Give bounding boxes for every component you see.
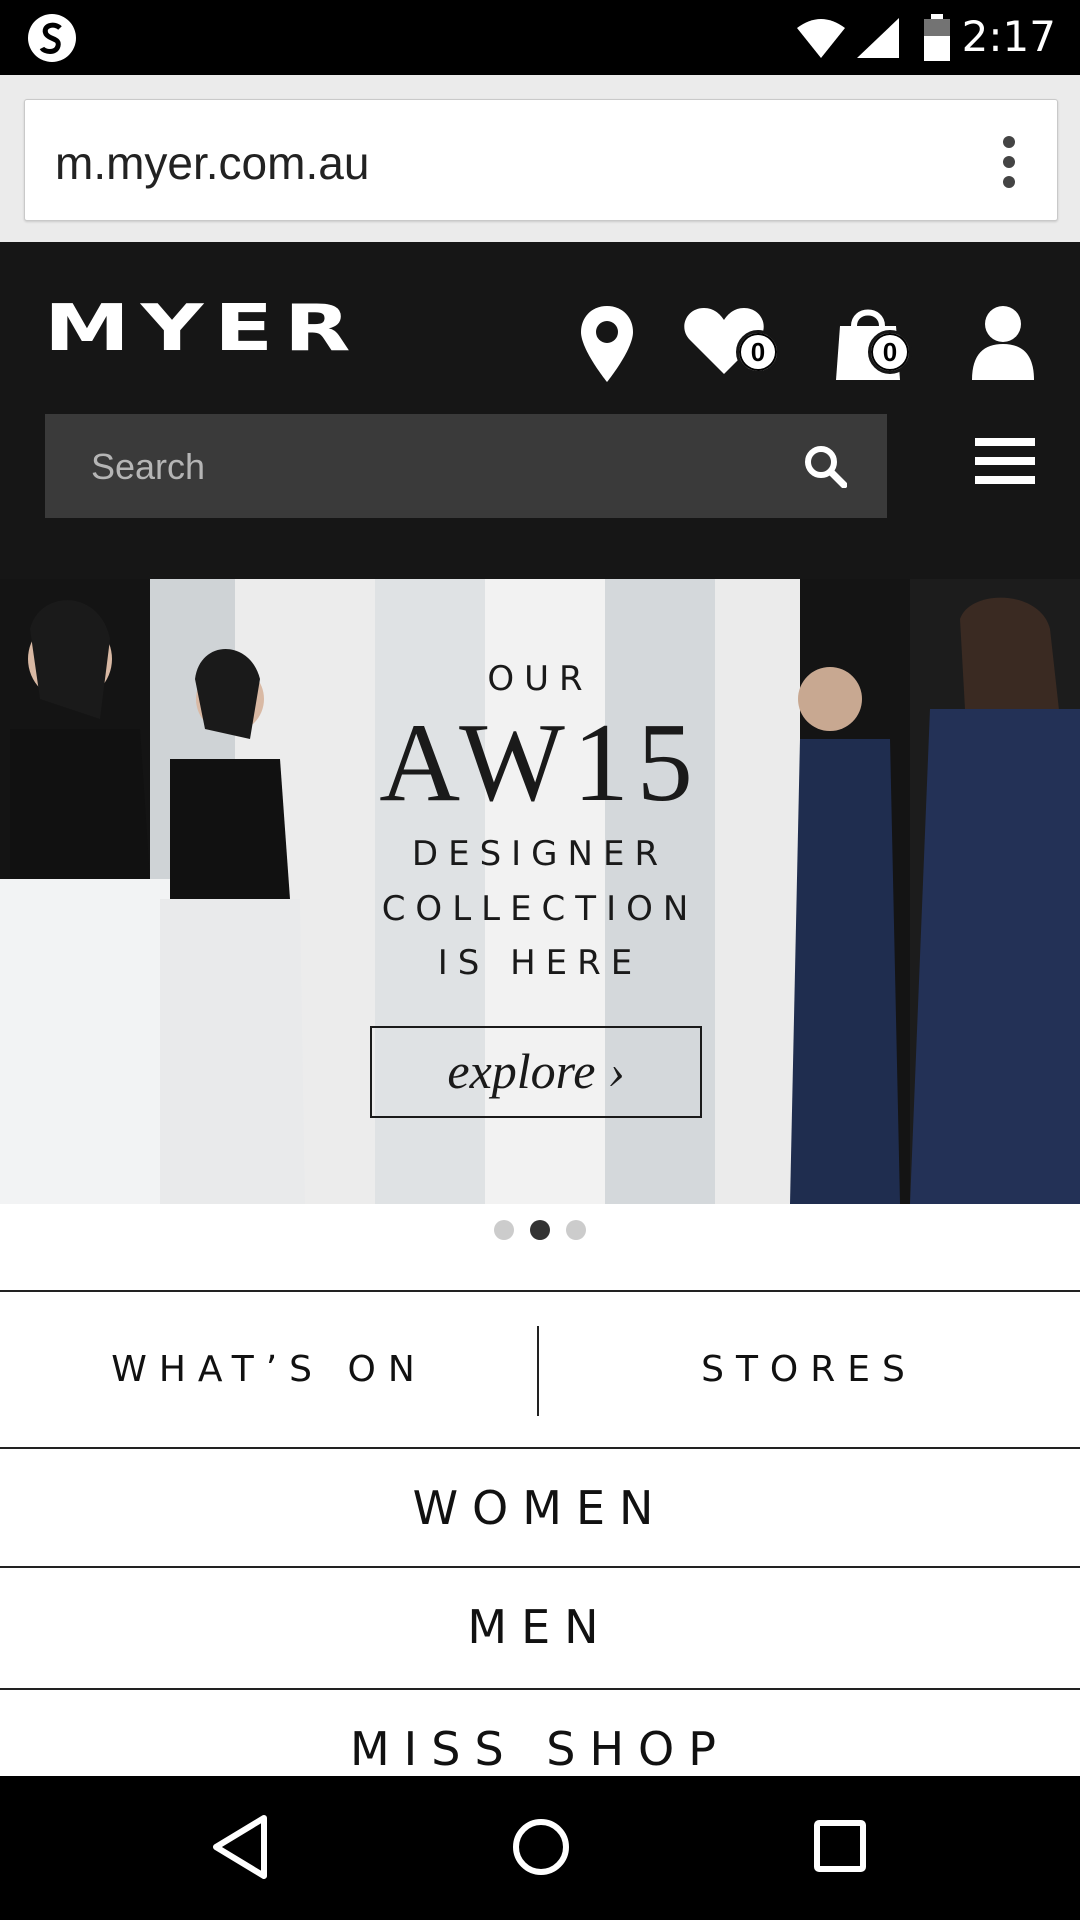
url-text[interactable]: m.myer.com.au	[55, 136, 369, 190]
back-icon[interactable]	[210, 1814, 270, 1880]
wishlist-button[interactable]: 0	[682, 304, 782, 384]
hamburger-menu-icon[interactable]	[975, 438, 1035, 492]
carousel-dot-1[interactable]	[493, 1220, 514, 1240]
carousel-dot-3[interactable]	[566, 1220, 587, 1240]
store-locator-icon[interactable]	[578, 304, 636, 384]
banner-line-3: DESIGNER	[411, 834, 669, 874]
search-input[interactable]	[89, 414, 793, 520]
search-icon[interactable]	[803, 444, 847, 488]
search-bar[interactable]	[45, 414, 887, 520]
browser-toolbar: m.myer.com.au	[0, 75, 1080, 242]
hero-banner[interactable]: OUR AW15 DESIGNER COLLECTION IS HERE exp…	[0, 579, 1080, 1204]
bag-count-badge: 0	[868, 330, 912, 374]
system-navigation-bar	[0, 1776, 1080, 1920]
banner-line-5: IS HERE	[437, 943, 643, 983]
explore-button[interactable]: explore ›	[370, 1026, 702, 1118]
status-time: 2:17	[961, 12, 1056, 61]
battery-icon	[924, 14, 950, 61]
cell-signal-icon	[857, 18, 899, 58]
banner-line-4: COLLECTION	[381, 889, 699, 929]
banner-headline: AW15	[379, 701, 701, 825]
quick-links-row: WHAT’S ON STORES	[0, 1290, 1080, 1448]
carousel-dot-2[interactable]	[530, 1220, 550, 1240]
divider	[537, 1326, 539, 1416]
wifi-icon	[797, 19, 845, 58]
banner-line-1: OUR	[487, 659, 593, 699]
men-link[interactable]: MEN	[0, 1566, 1080, 1686]
wishlist-count-badge: 0	[736, 330, 780, 374]
url-bar[interactable]: m.myer.com.au	[24, 99, 1058, 221]
myer-logo[interactable]: MYER	[44, 292, 361, 366]
browser-menu-icon[interactable]	[1003, 136, 1017, 188]
account-icon[interactable]	[970, 304, 1036, 380]
shopping-bag-button[interactable]: 0	[832, 304, 932, 384]
home-icon[interactable]	[510, 1814, 572, 1880]
stores-link[interactable]: STORES	[540, 1292, 1078, 1448]
status-bar: 2:17	[0, 0, 1080, 75]
whats-on-link[interactable]: WHAT’S ON	[0, 1292, 538, 1448]
women-link[interactable]: WOMEN	[0, 1447, 1080, 1567]
app-notification-icon	[28, 14, 76, 62]
recent-apps-icon[interactable]	[812, 1814, 868, 1880]
site-header: MYER 0 0	[0, 242, 1080, 579]
carousel-indicator	[0, 1220, 1080, 1246]
